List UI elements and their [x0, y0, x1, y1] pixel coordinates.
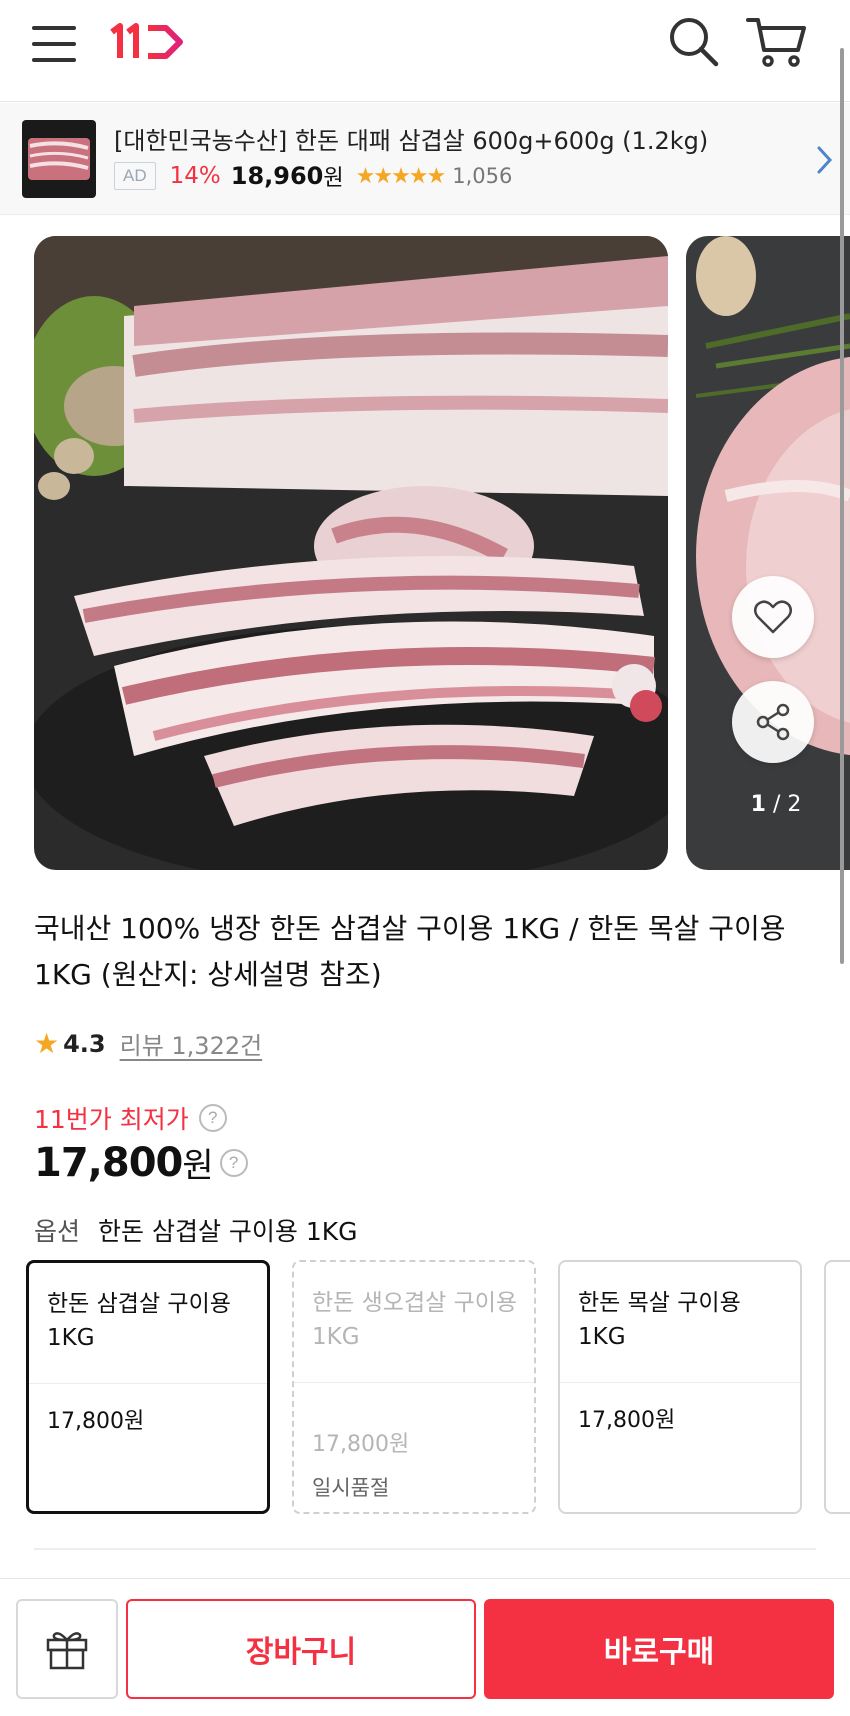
ad-banner[interactable]: [대한민국농수산] 한돈 대패 삼겹살 600g+600g (1.2kg) AD… [0, 103, 850, 215]
buy-now-button[interactable]: 바로구매 [484, 1599, 834, 1699]
gift-button[interactable] [16, 1599, 118, 1699]
ad-price: 18,960 [230, 162, 324, 190]
search-icon[interactable] [666, 14, 722, 70]
share-icon [756, 703, 790, 741]
option-name: 한돈 삼겹살 구이용 1KG [47, 1291, 231, 1351]
ad-review-count: 1,056 [452, 164, 513, 188]
image-counter-current: 1 [750, 792, 766, 817]
image-counter-total: 2 [787, 792, 802, 817]
option-soldout-status: 일시품절 [312, 1476, 390, 1500]
option-divider [29, 1383, 267, 1384]
review-link[interactable]: 리뷰 1,322건 [120, 1026, 263, 1061]
price-row: 17,800 원 ? [34, 1138, 248, 1187]
help-icon[interactable]: ? [198, 1104, 227, 1132]
cart-icon[interactable] [746, 14, 808, 70]
option-card-partial[interactable] [824, 1260, 850, 1514]
option-card[interactable]: 한돈 목살 구이용 1KG 17,800원 [558, 1260, 802, 1514]
heart-icon [754, 600, 792, 634]
option-card-selected[interactable]: 한돈 삼겹살 구이용 1KG 17,800원 [26, 1260, 270, 1514]
option-selected-value: 한돈 삼겹살 구이용 1KG [98, 1217, 358, 1246]
option-label: 옵션 [34, 1217, 81, 1246]
option-name: 한돈 생오겹살 구이용 1KG [312, 1290, 518, 1350]
chevron-right-icon[interactable] [814, 143, 836, 177]
menu-icon[interactable] [30, 22, 80, 66]
ad-info-row: AD 14% 18,960 원 ★★★★★ 1,056 [114, 159, 512, 193]
option-divider [560, 1382, 800, 1383]
product-next-image[interactable] [686, 236, 850, 870]
top-header [0, 0, 850, 102]
image-counter: 1 / 2 [750, 792, 802, 817]
ad-rating-stars: ★★★★★ [355, 163, 447, 189]
option-row: 옵션 한돈 삼겹살 구이용 1KG [34, 1212, 358, 1248]
11st-logo[interactable] [108, 18, 188, 68]
product-rating: ★ 4.3 리뷰 1,322건 [34, 1026, 262, 1061]
option-price: 17,800원 [47, 1409, 145, 1434]
page-scrollbar[interactable] [840, 48, 844, 964]
ad-currency: 원 [323, 166, 344, 191]
best-price-label: 11번가 최저가 [34, 1105, 189, 1134]
option-price: 17,800원 [578, 1408, 676, 1433]
ad-discount: 14% [169, 163, 221, 189]
option-price: 17,800원 [312, 1432, 410, 1457]
rating-score: 4.3 [63, 1029, 106, 1058]
star-icon: ★ [34, 1027, 60, 1060]
product-price: 17,800 [34, 1139, 183, 1186]
ad-title: [대한민국농수산] 한돈 대패 삼겹살 600g+600g (1.2kg) [114, 127, 709, 155]
bottom-action-bar: 장바구니 바로구매 [0, 1578, 850, 1716]
add-to-cart-button[interactable]: 장바구니 [126, 1599, 476, 1699]
ad-product-thumbnail [22, 120, 96, 198]
section-divider [34, 1548, 816, 1550]
product-main-image[interactable] [34, 236, 668, 870]
ad-badge: AD [114, 162, 156, 190]
wishlist-button[interactable] [732, 576, 814, 658]
option-divider [294, 1382, 534, 1383]
gift-icon [46, 1632, 88, 1670]
share-button[interactable] [732, 681, 814, 763]
option-name: 한돈 목살 구이용 1KG [578, 1290, 741, 1350]
price-currency: 원 [182, 1146, 214, 1186]
price-help-icon[interactable]: ? [219, 1148, 248, 1177]
product-title: 국내산 100% 냉장 한돈 삼겹살 구이용 1KG / 한돈 목살 구이용 1… [34, 912, 786, 991]
best-price-row: 11번가 최저가 ? [34, 1100, 227, 1136]
option-card-soldout[interactable]: 한돈 생오겹살 구이용 1KG 17,800원 일시품절 [292, 1260, 536, 1514]
